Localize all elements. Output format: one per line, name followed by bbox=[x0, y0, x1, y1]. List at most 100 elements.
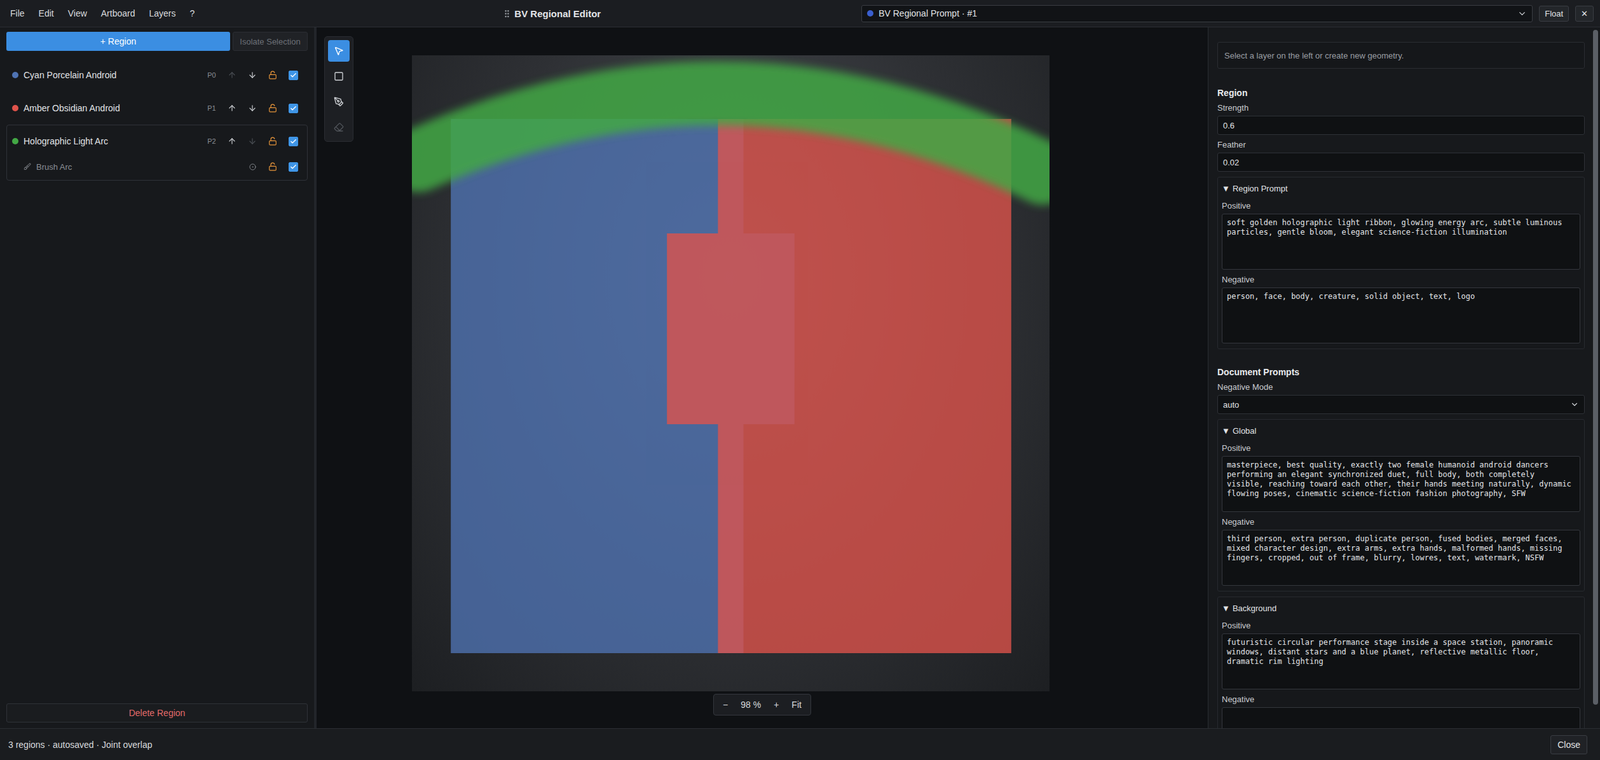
region-group: Holographic Light ArcP2 Brush Arc bbox=[6, 124, 308, 181]
polygon-tool-button[interactable] bbox=[328, 90, 350, 113]
select-tool-button[interactable] bbox=[328, 40, 350, 62]
lock-button[interactable] bbox=[265, 70, 281, 80]
region-group: Cyan Porcelain AndroidP0 bbox=[6, 58, 308, 92]
visibility-toggle[interactable] bbox=[285, 136, 301, 147]
negative-label: Negative bbox=[1221, 516, 1581, 527]
canvas-image[interactable] bbox=[411, 55, 1050, 691]
check-icon bbox=[289, 137, 297, 145]
zoom-in-button[interactable]: + bbox=[773, 699, 779, 710]
move-down-button[interactable] bbox=[244, 103, 260, 113]
menu-item[interactable]: File bbox=[10, 8, 25, 19]
canvas-area: − 98 % + Fit bbox=[316, 27, 1208, 728]
negative-prompt-field[interactable]: third person, extra person, duplicate pe… bbox=[1221, 529, 1581, 586]
inspector-panel: Select a layer on the left or create new… bbox=[1207, 27, 1600, 728]
close-window-button[interactable]: ✕ bbox=[1575, 5, 1594, 22]
regional-editor-window: File Edit View Artboard Layers? BV Regional E… bbox=[0, 0, 1600, 760]
fit-button[interactable]: Fit bbox=[791, 699, 802, 710]
visibility-checkbox[interactable] bbox=[288, 136, 299, 147]
shape-row[interactable]: Brush Arc bbox=[6, 157, 308, 177]
unlock-icon bbox=[268, 70, 278, 80]
move-up-button[interactable] bbox=[224, 103, 240, 113]
editor-body: + RegionIsolate SelectionCyan Porcelain … bbox=[0, 27, 1600, 728]
close-button[interactable]: Close bbox=[1550, 734, 1588, 754]
menu-item[interactable]: View bbox=[68, 8, 88, 19]
negative-mode-label: Negative Mode bbox=[1217, 382, 1585, 392]
arrow-up-icon bbox=[227, 136, 237, 146]
negative-prompt-field[interactable]: person, face, body, creature, solid obje… bbox=[1221, 287, 1581, 344]
menu-item[interactable]: Edit bbox=[38, 8, 55, 19]
menu-item[interactable]: Artboard bbox=[101, 8, 136, 19]
menu-item[interactable]: Layers bbox=[148, 8, 176, 19]
status-text: 3 regions · autosaved · Joint overlap bbox=[8, 739, 152, 750]
visibility-checkbox[interactable] bbox=[288, 103, 299, 114]
visibility-toggle[interactable] bbox=[285, 103, 301, 114]
menu-list: File Edit View Artboard Layers? bbox=[10, 8, 195, 19]
section-title: Region Prompt bbox=[1232, 183, 1288, 194]
title-text: BV Regional Editor bbox=[514, 8, 601, 20]
zoom-out-button[interactable]: − bbox=[722, 699, 728, 710]
move-up-button[interactable] bbox=[224, 136, 240, 146]
section-header[interactable]: ▼Region Prompt bbox=[1221, 181, 1581, 196]
menu-bar: File Edit View Artboard Layers? BV Regional E… bbox=[0, 0, 1600, 28]
region-row[interactable]: Cyan Porcelain AndroidP0 bbox=[6, 59, 308, 91]
float-button[interactable]: Float bbox=[1538, 5, 1569, 22]
window-title[interactable]: BV Regional Editor bbox=[502, 8, 601, 20]
shape-lock-button[interactable] bbox=[265, 162, 281, 171]
lock-button[interactable] bbox=[265, 136, 281, 146]
lock-button[interactable] bbox=[265, 103, 281, 113]
zoom-value: 98 % bbox=[740, 699, 761, 710]
region-shape[interactable] bbox=[418, 93, 1044, 173]
prompt-select-label: BV Regional Prompt · #1 bbox=[878, 8, 1513, 19]
menu-item[interactable]: ? bbox=[190, 8, 196, 19]
delete-region-button[interactable]: Delete Region bbox=[6, 703, 308, 723]
region-color-dot bbox=[12, 104, 19, 112]
section-title: Global bbox=[1232, 425, 1257, 436]
isolate-selection-button[interactable]: Isolate Selection bbox=[232, 31, 308, 51]
region-list: Cyan Porcelain AndroidP0Amber Obsidian A… bbox=[6, 58, 308, 181]
region-shape[interactable] bbox=[666, 118, 1012, 653]
toggle-glyph: ▼ bbox=[1221, 183, 1231, 194]
region-name: Holographic Light Arc bbox=[23, 136, 199, 147]
negative-mode-select[interactable]: auto bbox=[1217, 394, 1585, 414]
shape-target-button[interactable] bbox=[244, 163, 260, 171]
region-color-dot bbox=[12, 137, 19, 145]
erase-tool-button[interactable] bbox=[328, 116, 350, 138]
negative-prompt-field[interactable] bbox=[1221, 706, 1581, 728]
section-header[interactable]: ▼Global bbox=[1221, 423, 1581, 438]
positive-label: Positive bbox=[1221, 200, 1581, 211]
add-region-button[interactable]: + Region bbox=[6, 31, 231, 51]
scrollbar-thumb[interactable] bbox=[1593, 29, 1599, 705]
inspector-content: Select a layer on the left or create new… bbox=[1208, 27, 1592, 728]
region-heading: Region bbox=[1217, 87, 1585, 98]
move-down-button[interactable] bbox=[244, 136, 260, 146]
section-header[interactable]: ▼Background bbox=[1221, 600, 1581, 616]
region-prompt-section: ▼Region Prompt Positive soft golden hologr… bbox=[1217, 176, 1585, 349]
visibility-checkbox[interactable] bbox=[288, 70, 299, 81]
arrow-up-icon bbox=[227, 103, 237, 113]
positive-prompt-field[interactable]: masterpiece, best quality, exactly two f… bbox=[1221, 455, 1581, 512]
positive-prompt-field[interactable]: soft golden holographic light ribbon, gl… bbox=[1221, 213, 1581, 270]
feather-input[interactable]: 0.02 bbox=[1217, 152, 1585, 172]
scrollbar[interactable] bbox=[1591, 27, 1600, 728]
region-color-dot bbox=[12, 71, 19, 79]
grip-icon[interactable] bbox=[502, 8, 512, 19]
rect-icon bbox=[333, 71, 344, 82]
visibility-checkbox[interactable] bbox=[288, 162, 299, 172]
negative-label: Negative bbox=[1221, 274, 1581, 285]
shape-visibility-toggle[interactable] bbox=[285, 162, 301, 172]
region-overlay[interactable] bbox=[411, 55, 1050, 691]
rect-tool-button[interactable] bbox=[328, 65, 350, 88]
shape-name: Brush Arc bbox=[36, 162, 240, 172]
arrow-down-icon bbox=[247, 136, 257, 146]
unlock-icon bbox=[268, 136, 278, 146]
prompt-select[interactable]: BV Regional Prompt · #1 bbox=[861, 5, 1533, 23]
brush-icon bbox=[23, 162, 32, 171]
move-up-button[interactable] bbox=[224, 70, 240, 80]
region-row[interactable]: Holographic Light ArcP2 bbox=[6, 125, 308, 158]
strength-input[interactable]: 0.6 bbox=[1217, 115, 1585, 135]
move-down-button[interactable] bbox=[244, 70, 260, 80]
positive-prompt-field[interactable]: futuristic circular performance stage in… bbox=[1221, 633, 1581, 690]
region-row[interactable]: Amber Obsidian AndroidP1 bbox=[6, 92, 308, 124]
arrow-down-icon bbox=[247, 70, 257, 80]
visibility-toggle[interactable] bbox=[285, 70, 301, 81]
